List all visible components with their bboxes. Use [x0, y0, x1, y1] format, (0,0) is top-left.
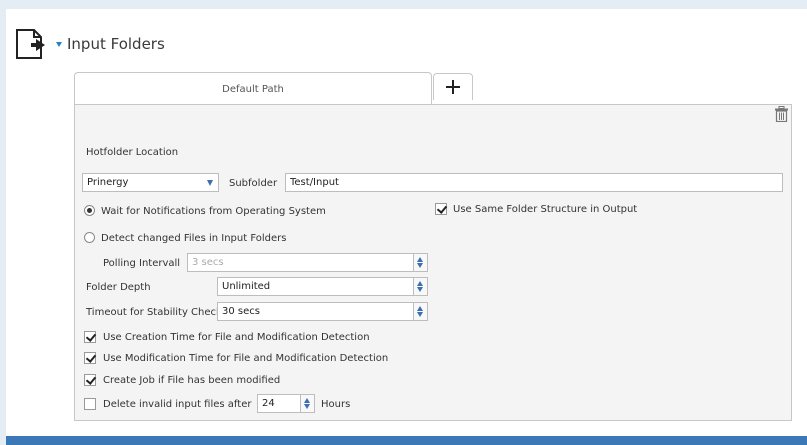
folder-depth-label: Folder Depth [86, 282, 151, 293]
spinner-down-icon[interactable] [304, 404, 310, 409]
add-tab-button[interactable] [433, 73, 473, 100]
hotfolder-location-label: Hotfolder Location [86, 147, 179, 158]
spinner-down-icon[interactable] [417, 287, 423, 292]
wait-notifications-radio[interactable] [84, 205, 95, 216]
folder-depth-value: Unlimited [222, 281, 271, 292]
spinner-up-icon[interactable] [417, 281, 423, 286]
tab-label: Default Path [222, 83, 284, 95]
hours-label: Hours [321, 399, 351, 410]
creation-time-label: Use Creation Time for File and Modificat… [103, 332, 370, 343]
spinner-down-icon[interactable] [417, 263, 423, 268]
wait-notifications-label: Wait for Notifications from Operating Sy… [101, 206, 326, 217]
spinner-buttons[interactable] [413, 278, 427, 295]
trash-icon[interactable] [775, 106, 788, 122]
creation-time-checkbox[interactable] [84, 331, 96, 343]
spinner-buttons[interactable] [300, 395, 314, 412]
detect-changed-radio[interactable] [84, 232, 95, 243]
folder-output-icon [16, 29, 45, 59]
folder-depth-spinner[interactable]: Unlimited [217, 277, 428, 296]
timeout-label: Timeout for Stability Check [86, 307, 222, 318]
subfolder-label: Subfolder [229, 178, 278, 189]
create-job-label: Create Job if File has been modified [103, 375, 281, 386]
bottom-accent-bar [6, 436, 807, 445]
modification-time-label: Use Modification Time for File and Modif… [103, 353, 389, 364]
same-structure-label: Use Same Folder Structure in Output [453, 204, 638, 215]
hotfolder-location-dropdown[interactable]: Prinergy [82, 173, 219, 192]
spinner-buttons[interactable] [413, 303, 427, 320]
spinner-up-icon[interactable] [417, 257, 423, 262]
plus-icon [446, 80, 460, 94]
timeout-value: 30 secs [222, 306, 260, 317]
polling-interval-value: 3 secs [192, 257, 224, 268]
hotfolder-location-value: Prinergy [87, 177, 129, 188]
tab-default-path[interactable]: Default Path [74, 72, 432, 105]
subfolder-input[interactable] [285, 173, 783, 192]
delete-invalid-spinner[interactable]: 24 [257, 394, 315, 413]
polling-interval-label: Polling Intervall [103, 258, 181, 269]
modification-time-checkbox[interactable] [84, 352, 96, 364]
same-structure-checkbox[interactable] [435, 203, 447, 215]
timeout-spinner[interactable]: 30 secs [217, 302, 428, 321]
chevron-down-icon [207, 180, 213, 186]
spinner-buttons[interactable] [413, 254, 427, 271]
settings-panel [74, 104, 792, 421]
create-job-checkbox[interactable] [84, 374, 96, 386]
polling-interval-spinner[interactable]: 3 secs [187, 253, 428, 272]
delete-invalid-checkbox[interactable] [84, 398, 96, 410]
spinner-up-icon[interactable] [417, 306, 423, 311]
detect-changed-label: Detect changed Files in Input Folders [101, 233, 287, 244]
spinner-down-icon[interactable] [417, 312, 423, 317]
delete-invalid-value: 24 [262, 398, 275, 409]
delete-invalid-label: Delete invalid input files after [103, 399, 252, 410]
section-title: Input Folders [67, 35, 165, 53]
spinner-up-icon[interactable] [304, 398, 310, 403]
collapse-arrow-icon[interactable] [56, 42, 62, 47]
